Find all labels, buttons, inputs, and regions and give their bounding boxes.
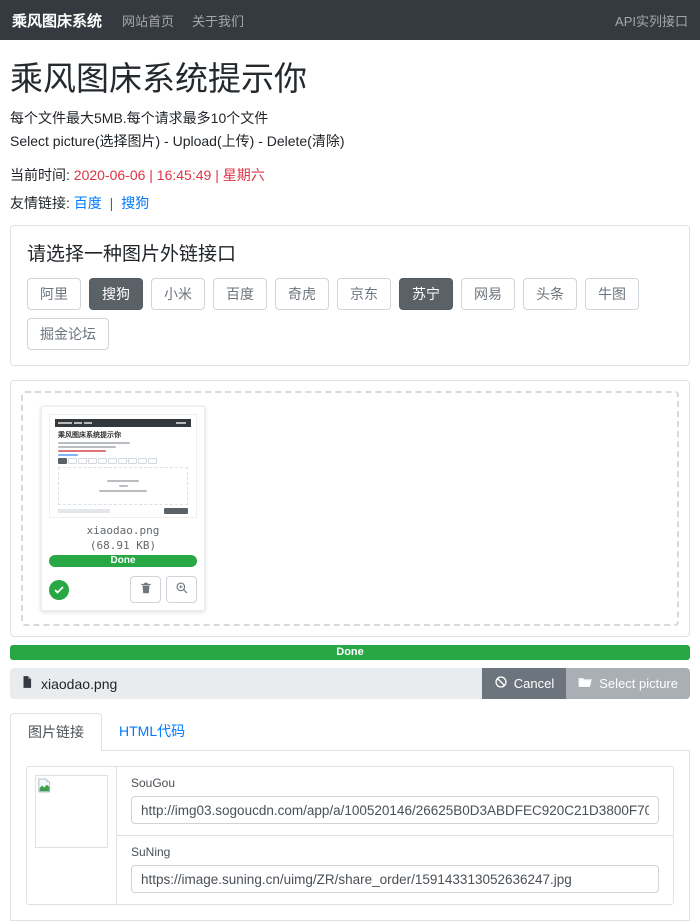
trash-icon <box>139 581 153 598</box>
magnifier-plus-icon <box>175 581 189 598</box>
interface-button-qihu[interactable]: 奇虎 <box>275 278 329 310</box>
interface-button-row: 阿里 搜狗 小米 百度 奇虎 京东 苏宁 网易 头条 牛图 掘金论坛 <box>27 278 673 350</box>
folder-icon <box>578 676 593 692</box>
cancel-button[interactable]: Cancel <box>482 668 566 699</box>
actions-hint-text: Select picture(选择图片) - Upload(上传) - Dele… <box>10 131 690 151</box>
interface-button-xiaomi[interactable]: 小米 <box>151 278 205 310</box>
select-picture-button[interactable]: Select picture <box>566 668 690 699</box>
brand-link[interactable]: 乘风图床系统 <box>12 10 102 31</box>
upload-success-check-icon <box>49 580 69 600</box>
suning-label: SuNing <box>131 845 659 859</box>
broken-image-icon <box>38 778 51 798</box>
main-container: 乘风图床系统提示你 每个文件最大5MB.每个请求最多10个文件 Select p… <box>0 52 700 921</box>
interface-panel: 请选择一种图片外链接口 阿里 搜狗 小米 百度 奇虎 京东 苏宁 网易 头条 牛… <box>10 225 690 366</box>
interface-button-juejin[interactable]: 掘金论坛 <box>27 318 109 350</box>
suning-url-input[interactable] <box>131 865 659 893</box>
result-tabs: 图片链接 HTML代码 <box>10 713 690 751</box>
sougou-url-input[interactable] <box>131 796 659 824</box>
friend-links-label: 友情链接: <box>10 195 70 211</box>
interface-button-suning[interactable]: 苏宁 <box>399 278 453 310</box>
interface-button-toutiao[interactable]: 头条 <box>523 278 577 310</box>
preview-progress-bar: Done <box>49 555 197 567</box>
current-time-value: 2020-06-06 | 16:45:49 | 星期六 <box>74 167 265 183</box>
link-result-item: SouGou SuNing <box>26 766 674 905</box>
interface-button-ali[interactable]: 阿里 <box>27 278 81 310</box>
sougou-link-row: SouGou <box>117 767 673 835</box>
interface-button-niutu[interactable]: 牛图 <box>585 278 639 310</box>
mini-button-row <box>58 458 188 464</box>
interface-button-jingdong[interactable]: 京东 <box>337 278 391 310</box>
current-time-label: 当前时间: <box>10 167 70 183</box>
upload-dropzone[interactable]: 乘风图床系统提示你 <box>21 391 679 626</box>
friend-link-separator: | <box>110 195 114 211</box>
nav-item-api[interactable]: API实列接口 <box>615 11 688 30</box>
interface-button-baidu[interactable]: 百度 <box>213 278 267 310</box>
selected-filename: xiaodao.png <box>41 676 117 692</box>
uploaded-image-thumbnail[interactable]: 乘风图床系统提示你 <box>49 414 197 518</box>
interface-button-wangyi[interactable]: 网易 <box>461 278 515 310</box>
global-progress-bar: Done <box>10 645 690 660</box>
interface-button-sougou[interactable]: 搜狗 <box>89 278 143 310</box>
mini-navbar <box>55 419 191 427</box>
zoom-preview-button[interactable] <box>166 576 197 603</box>
tab-html-code[interactable]: HTML代码 <box>102 713 202 750</box>
delete-preview-button[interactable] <box>130 576 161 603</box>
tab-content-panel: SouGou SuNing <box>10 751 690 921</box>
mini-title: 乘风图床系统提示你 <box>58 430 188 440</box>
interface-panel-title: 请选择一种图片外链接口 <box>27 239 673 266</box>
preview-filename: xiaodao.png <box>49 524 197 537</box>
suning-link-row: SuNing <box>117 835 673 904</box>
ban-icon <box>494 675 508 692</box>
upload-card: 乘风图床系统提示你 <box>10 380 690 637</box>
limits-text: 每个文件最大5MB.每个请求最多10个文件 <box>10 108 690 128</box>
preview-filesize: (68.91 KB) <box>49 539 197 552</box>
file-icon <box>20 674 34 693</box>
mini-dropzone <box>58 467 188 505</box>
nav-item-about[interactable]: 关于我们 <box>192 11 244 30</box>
navbar: 乘风图床系统 网站首页 关于我们 API实列接口 <box>0 0 700 40</box>
selected-file-row: xiaodao.png Cancel Select picture <box>10 668 690 699</box>
friend-links-row: 友情链接: 百度 | 搜狗 <box>10 193 690 213</box>
page-title: 乘风图床系统提示你 <box>10 52 690 100</box>
result-thumbnail-box <box>35 775 108 848</box>
current-time-row: 当前时间: 2020-06-06 | 16:45:49 | 星期六 <box>10 165 690 185</box>
upload-preview-item: 乘风图床系统提示你 <box>41 406 205 611</box>
friend-link-sougou[interactable]: 搜狗 <box>121 195 149 211</box>
sougou-label: SouGou <box>131 776 659 790</box>
nav-item-home[interactable]: 网站首页 <box>122 11 174 30</box>
tab-image-links[interactable]: 图片链接 <box>10 713 102 751</box>
friend-link-baidu[interactable]: 百度 <box>74 195 102 211</box>
